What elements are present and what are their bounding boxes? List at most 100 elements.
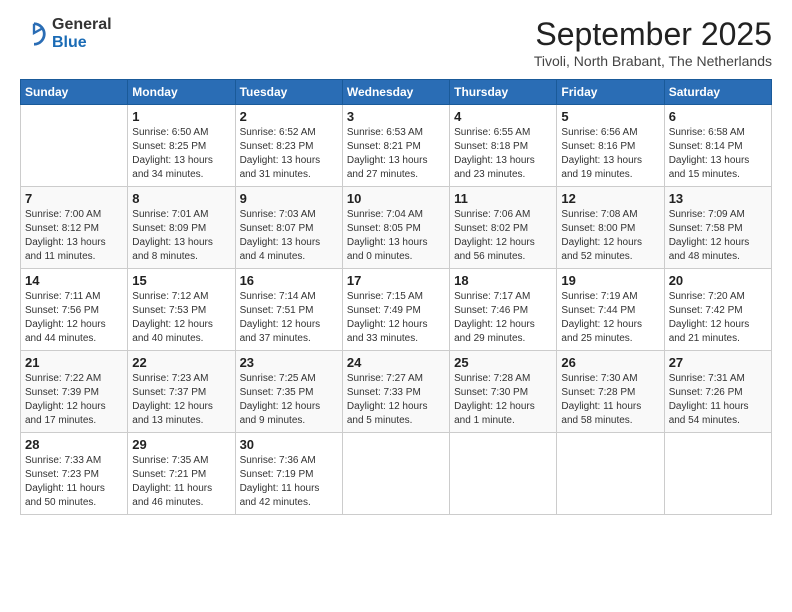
calendar-cell: 25 Sunrise: 7:28 AMSunset: 7:30 PMDayligh…	[450, 351, 557, 433]
day-number: 4	[454, 109, 552, 124]
day-number: 18	[454, 273, 552, 288]
day-info: Sunrise: 7:20 AMSunset: 7:42 PMDaylight:…	[669, 290, 767, 346]
calendar-cell: 4 Sunrise: 6:55 AMSunset: 8:18 PMDaylight…	[450, 105, 557, 187]
day-info: Sunrise: 7:12 AMSunset: 7:53 PMDaylight:…	[132, 290, 230, 346]
day-number: 23	[240, 355, 338, 370]
day-info: Sunrise: 6:55 AMSunset: 8:18 PMDaylight:…	[454, 126, 552, 182]
calendar-cell: 15Sunrise: 7:12 AMSunset: 7:53 PMDayligh…	[128, 269, 235, 351]
calendar-cell: 24 Sunrise: 7:27 AMSunset: 7:33 PMDayligh…	[342, 351, 449, 433]
day-info: Sunrise: 7:11 AMSunset: 7:56 PMDaylight:…	[25, 290, 123, 346]
day-info: Sunrise: 7:01 AMSunset: 8:09 PMDaylight:…	[132, 208, 230, 264]
week-row-2: 7 Sunrise: 7:00 AMSunset: 8:12 PMDaylight…	[21, 187, 772, 269]
calendar-cell: 19 Sunrise: 7:19 AMSunset: 7:44 PMDayligh…	[557, 269, 664, 351]
calendar-cell	[557, 433, 664, 515]
day-info: Sunrise: 7:04 AMSunset: 8:05 PMDaylight:…	[347, 208, 445, 264]
calendar-cell: 27Sunrise: 7:31 AMSunset: 7:26 PMDayligh…	[664, 351, 771, 433]
calendar-cell: 7 Sunrise: 7:00 AMSunset: 8:12 PMDaylight…	[21, 187, 128, 269]
day-number: 10	[347, 191, 445, 206]
day-number: 7	[25, 191, 123, 206]
weekday-header-thursday: Thursday	[450, 80, 557, 105]
logo-text: General Blue	[52, 16, 112, 51]
day-number: 11	[454, 191, 552, 206]
day-info: Sunrise: 7:14 AMSunset: 7:51 PMDaylight:…	[240, 290, 338, 346]
calendar-cell: 23 Sunrise: 7:25 AMSunset: 7:35 PMDayligh…	[235, 351, 342, 433]
logo-icon	[20, 20, 48, 48]
calendar-cell	[664, 433, 771, 515]
calendar-cell: 14 Sunrise: 7:11 AMSunset: 7:56 PMDayligh…	[21, 269, 128, 351]
day-info: Sunrise: 7:15 AMSunset: 7:49 PMDaylight:…	[347, 290, 445, 346]
day-number: 21	[25, 355, 123, 370]
day-info: Sunrise: 7:08 AMSunset: 8:00 PMDaylight:…	[561, 208, 659, 264]
calendar-cell: 18 Sunrise: 7:17 AMSunset: 7:46 PMDayligh…	[450, 269, 557, 351]
weekday-header-saturday: Saturday	[664, 80, 771, 105]
month-title: September 2025	[534, 16, 772, 53]
calendar-cell: 17 Sunrise: 7:15 AMSunset: 7:49 PMDayligh…	[342, 269, 449, 351]
day-number: 14	[25, 273, 123, 288]
title-block: September 2025 Tivoli, North Brabant, Th…	[534, 16, 772, 69]
calendar-cell: 11Sunrise: 7:06 AMSunset: 8:02 PMDayligh…	[450, 187, 557, 269]
calendar-cell: 6Sunrise: 6:58 AMSunset: 8:14 PMDaylight…	[664, 105, 771, 187]
day-info: Sunrise: 7:36 AMSunset: 7:19 PMDaylight:…	[240, 454, 338, 510]
calendar-cell: 16 Sunrise: 7:14 AMSunset: 7:51 PMDayligh…	[235, 269, 342, 351]
day-number: 6	[669, 109, 767, 124]
day-info: Sunrise: 7:00 AMSunset: 8:12 PMDaylight:…	[25, 208, 123, 264]
day-info: Sunrise: 7:25 AMSunset: 7:35 PMDaylight:…	[240, 372, 338, 428]
day-number: 27	[669, 355, 767, 370]
day-number: 29	[132, 437, 230, 452]
page-header: General Blue September 2025 Tivoli, Nort…	[20, 16, 772, 69]
calendar-cell: 12Sunrise: 7:08 AMSunset: 8:00 PMDayligh…	[557, 187, 664, 269]
calendar-cell: 26 Sunrise: 7:30 AMSunset: 7:28 PMDayligh…	[557, 351, 664, 433]
weekday-header-row: SundayMondayTuesdayWednesdayThursdayFrid…	[21, 80, 772, 105]
calendar-cell: 30 Sunrise: 7:36 AMSunset: 7:19 PMDayligh…	[235, 433, 342, 515]
day-number: 9	[240, 191, 338, 206]
calendar-cell	[342, 433, 449, 515]
day-info: Sunrise: 7:17 AMSunset: 7:46 PMDaylight:…	[454, 290, 552, 346]
week-row-3: 14 Sunrise: 7:11 AMSunset: 7:56 PMDayligh…	[21, 269, 772, 351]
calendar-cell: 2Sunrise: 6:52 AMSunset: 8:23 PMDaylight…	[235, 105, 342, 187]
calendar-cell: 8Sunrise: 7:01 AMSunset: 8:09 PMDaylight…	[128, 187, 235, 269]
day-number: 19	[561, 273, 659, 288]
day-info: Sunrise: 7:27 AMSunset: 7:33 PMDaylight:…	[347, 372, 445, 428]
day-number: 13	[669, 191, 767, 206]
calendar-cell: 9 Sunrise: 7:03 AMSunset: 8:07 PMDaylight…	[235, 187, 342, 269]
weekday-header-tuesday: Tuesday	[235, 80, 342, 105]
calendar-cell	[21, 105, 128, 187]
calendar-cell: 10 Sunrise: 7:04 AMSunset: 8:05 PMDayligh…	[342, 187, 449, 269]
day-number: 26	[561, 355, 659, 370]
logo-blue-text: Blue	[52, 34, 112, 52]
day-info: Sunrise: 7:03 AMSunset: 8:07 PMDaylight:…	[240, 208, 338, 264]
logo-general-text: General	[52, 16, 112, 34]
day-number: 3	[347, 109, 445, 124]
location-title: Tivoli, North Brabant, The Netherlands	[534, 53, 772, 69]
day-info: Sunrise: 7:33 AMSunset: 7:23 PMDaylight:…	[25, 454, 123, 510]
day-info: Sunrise: 6:53 AMSunset: 8:21 PMDaylight:…	[347, 126, 445, 182]
logo: General Blue	[20, 16, 112, 51]
day-info: Sunrise: 7:23 AMSunset: 7:37 PMDaylight:…	[132, 372, 230, 428]
day-number: 30	[240, 437, 338, 452]
week-row-5: 28Sunrise: 7:33 AMSunset: 7:23 PMDayligh…	[21, 433, 772, 515]
week-row-1: 1Sunrise: 6:50 AMSunset: 8:25 PMDaylight…	[21, 105, 772, 187]
day-info: Sunrise: 7:19 AMSunset: 7:44 PMDaylight:…	[561, 290, 659, 346]
calendar-cell: 28Sunrise: 7:33 AMSunset: 7:23 PMDayligh…	[21, 433, 128, 515]
day-info: Sunrise: 6:52 AMSunset: 8:23 PMDaylight:…	[240, 126, 338, 182]
day-number: 22	[132, 355, 230, 370]
day-number: 20	[669, 273, 767, 288]
day-number: 5	[561, 109, 659, 124]
calendar-cell	[450, 433, 557, 515]
day-info: Sunrise: 7:22 AMSunset: 7:39 PMDaylight:…	[25, 372, 123, 428]
day-number: 25	[454, 355, 552, 370]
day-info: Sunrise: 7:09 AMSunset: 7:58 PMDaylight:…	[669, 208, 767, 264]
calendar-cell: 3 Sunrise: 6:53 AMSunset: 8:21 PMDaylight…	[342, 105, 449, 187]
calendar-table: SundayMondayTuesdayWednesdayThursdayFrid…	[20, 79, 772, 515]
calendar-cell: 21 Sunrise: 7:22 AMSunset: 7:39 PMDayligh…	[21, 351, 128, 433]
weekday-header-friday: Friday	[557, 80, 664, 105]
weekday-header-wednesday: Wednesday	[342, 80, 449, 105]
day-info: Sunrise: 7:30 AMSunset: 7:28 PMDaylight:…	[561, 372, 659, 428]
calendar-cell: 5Sunrise: 6:56 AMSunset: 8:16 PMDaylight…	[557, 105, 664, 187]
calendar-cell: 13 Sunrise: 7:09 AMSunset: 7:58 PMDayligh…	[664, 187, 771, 269]
day-number: 24	[347, 355, 445, 370]
day-info: Sunrise: 7:28 AMSunset: 7:30 PMDaylight:…	[454, 372, 552, 428]
weekday-header-sunday: Sunday	[21, 80, 128, 105]
day-number: 16	[240, 273, 338, 288]
day-number: 17	[347, 273, 445, 288]
